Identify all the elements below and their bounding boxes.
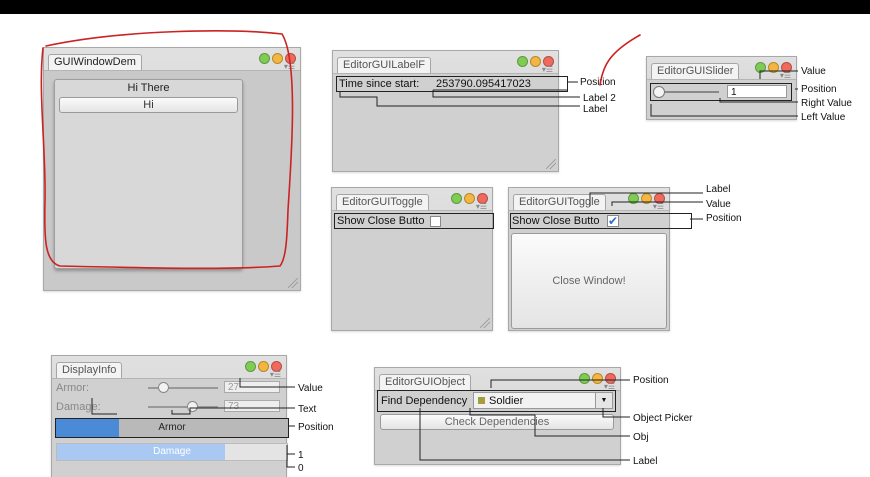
leader-obj-label — [419, 408, 630, 461]
leader-obj-picker — [602, 408, 630, 418]
leader-toggle-label — [589, 192, 703, 206]
leader-label2 — [432, 90, 580, 98]
red-annotations — [40, 30, 641, 270]
red-stroke — [599, 34, 641, 86]
leader-di-zero — [286, 445, 295, 468]
red-circle-window — [40, 30, 294, 270]
leader-di-one — [286, 449, 295, 455]
leader-slider-left — [650, 104, 798, 117]
leader-di-value — [239, 378, 295, 388]
leader-obj-position — [490, 379, 630, 388]
leader-di-text-b — [171, 407, 295, 415]
leader-toggle-value — [611, 201, 703, 206]
leader-slider-right — [719, 98, 798, 103]
leader-obj-obj — [469, 408, 630, 437]
leader-label — [339, 92, 580, 107]
annotation-overlay — [40, 30, 798, 468]
leader-di-text-a — [91, 398, 117, 415]
leader-slider-value — [759, 70, 798, 79]
